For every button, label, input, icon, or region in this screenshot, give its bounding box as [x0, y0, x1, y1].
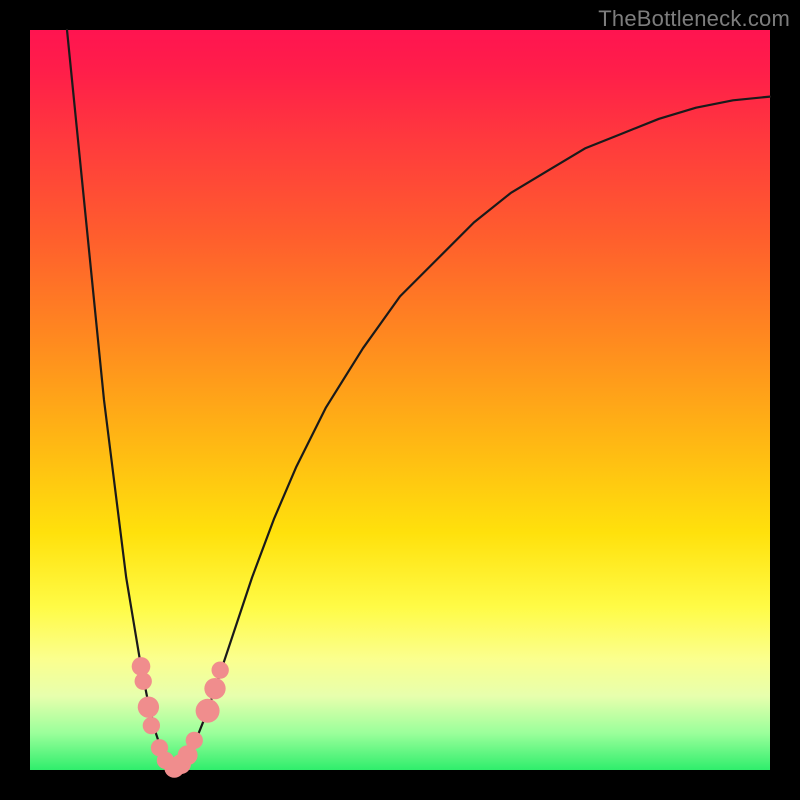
curve-marker — [196, 699, 220, 723]
chart-frame: TheBottleneck.com — [0, 0, 800, 800]
curve-marker — [212, 661, 229, 678]
curve-marker — [138, 696, 159, 717]
curve-marker — [186, 732, 203, 749]
watermark-text: TheBottleneck.com — [598, 6, 790, 32]
bottleneck-curve — [67, 30, 770, 770]
plot-area — [30, 30, 770, 770]
curve-marker — [135, 673, 152, 690]
curve-markers — [132, 657, 229, 778]
curve-svg — [30, 30, 770, 770]
curve-marker — [204, 678, 225, 699]
curve-marker — [143, 717, 160, 734]
